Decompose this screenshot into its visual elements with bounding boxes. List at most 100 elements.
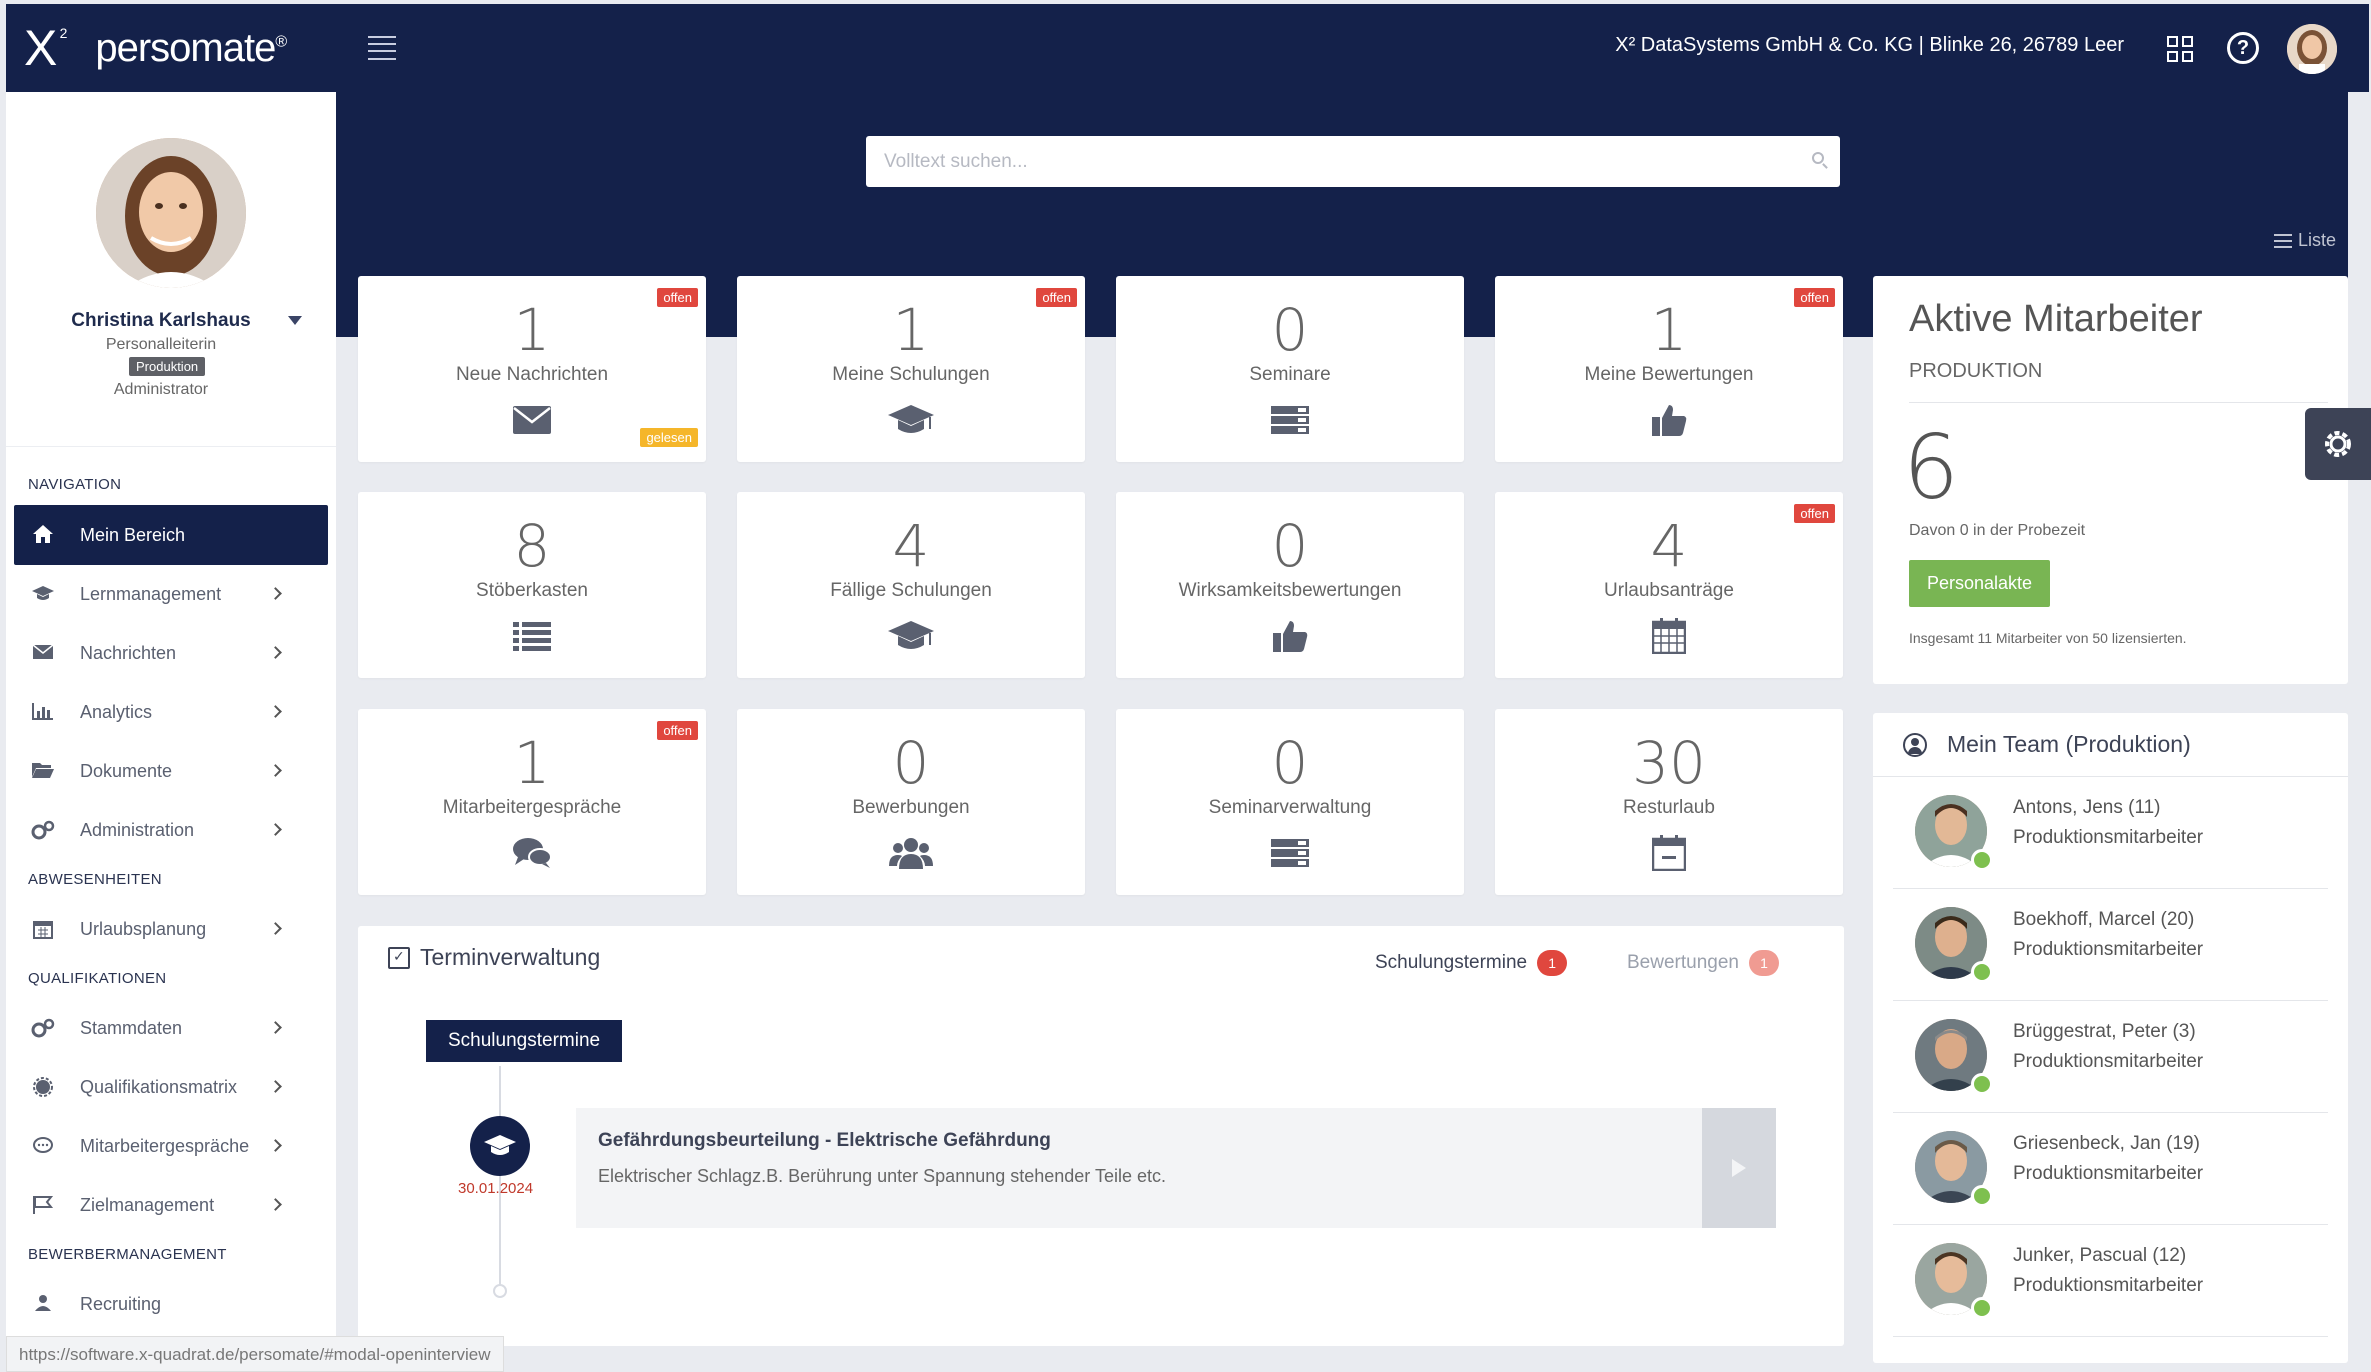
tile-meine-bewertungen[interactable]: offen 1 Meine Bewertungen — [1495, 276, 1843, 462]
tile-label: Fällige Schulungen — [830, 580, 992, 601]
count-badge: 1 — [1748, 950, 1779, 976]
tile-bewerbungen[interactable]: 0 Bewerbungen — [737, 709, 1085, 895]
sidebar-item-administration[interactable]: Administration — [6, 801, 336, 860]
tile-label: Seminarverwaltung — [1208, 797, 1372, 818]
divider — [1909, 402, 2328, 403]
team-member[interactable]: Antons, Jens (11) Produktionsmitarbeiter — [1893, 777, 2328, 889]
user-avatar[interactable] — [2287, 24, 2337, 74]
card-title: Terminverwaltung — [388, 944, 600, 971]
sidebar-item-qualifikationsmatrix[interactable]: Qualifikationsmatrix — [6, 1058, 336, 1117]
thumbs-up-icon — [1116, 616, 1464, 656]
sidebar-item-lernmanagement[interactable]: Lernmanagement — [6, 565, 336, 624]
settings-gear-icon[interactable] — [2305, 408, 2371, 480]
search-box[interactable] — [866, 136, 1840, 187]
tile-urlaubsantraege[interactable]: offen 4 Urlaubsanträge — [1495, 492, 1843, 678]
sidebar-item-analytics[interactable]: Analytics — [6, 683, 336, 742]
active-staff-card: Aktive Mitarbeiter PRODUKTION 6 Davon 0 … — [1873, 276, 2348, 684]
graduation-cap-icon — [737, 400, 1085, 440]
tile-label: Urlaubsanträge — [1604, 580, 1734, 601]
tile-resturlaub[interactable]: 30 Resturlaub — [1495, 709, 1843, 895]
menu-icon[interactable] — [368, 36, 396, 60]
tile-stoeberkasten[interactable]: 8 Stöberkasten — [358, 492, 706, 678]
user-circle-icon — [1903, 732, 1927, 757]
tile-label: Mitarbeitergespräche — [442, 797, 622, 818]
tile-neue-nachrichten[interactable]: offen 1 Neue Nachrichten gelesen — [358, 276, 706, 462]
sidebar-item-mein-bereich[interactable]: Mein Bereich — [14, 505, 328, 565]
profile-photo — [96, 138, 246, 288]
calendar-check-icon — [388, 946, 410, 969]
event-item[interactable]: Gefährdungsbeurteilung - Elektrische Gef… — [576, 1108, 1776, 1228]
apps-grid-icon[interactable] — [2167, 36, 2193, 62]
chevron-right-icon — [269, 1139, 282, 1152]
tile-count: 0 — [892, 729, 930, 797]
tile-count: 0 — [1271, 512, 1309, 580]
app-logo[interactable]: X2 persomate® — [6, 4, 336, 92]
graduation-cap-icon — [737, 616, 1085, 656]
team-card: Mein Team (Produktion) Antons, Jens (11)… — [1873, 713, 2348, 1363]
sidebar-item-urlaubsplanung[interactable]: Urlaubsplanung — [6, 900, 336, 959]
gear-icon — [30, 1076, 56, 1099]
tile-label: Neue Nachrichten — [455, 364, 609, 385]
play-icon[interactable] — [1702, 1108, 1776, 1228]
tile-label: Bewerbungen — [852, 797, 970, 818]
sidebar-item-zielmanagement[interactable]: Zielmanagement — [6, 1176, 336, 1235]
tile-mitarbeitergespraeche[interactable]: offen 1 Mitarbeitergespräche — [358, 709, 706, 895]
folder-open-icon — [30, 761, 56, 783]
profile-name[interactable]: Christina Karlshaus — [6, 310, 336, 332]
team-member[interactable]: Junker, Pascual (12) Produktionsmitarbei… — [1893, 1225, 2328, 1337]
chevron-right-icon — [269, 764, 282, 777]
nav-section-bewerbermanagement: BEWERBERMANAGEMENT — [28, 1246, 227, 1263]
team-member[interactable]: Brüggestrat, Peter (3) Produktionsmitarb… — [1893, 1001, 2328, 1113]
calendar-minus-icon — [1495, 833, 1843, 873]
server-stack-icon — [1116, 833, 1464, 873]
envelope-icon — [30, 643, 56, 665]
flag-icon — [30, 1195, 56, 1217]
chevron-right-icon — [269, 1021, 282, 1034]
event-description: Elektrischer Schlagz.B. Berührung unter … — [598, 1166, 1167, 1186]
list-icon — [2274, 233, 2292, 248]
personalakte-button[interactable]: Personalakte — [1909, 560, 2051, 607]
chevron-down-icon[interactable] — [288, 316, 302, 325]
tile-meine-schulungen[interactable]: offen 1 Meine Schulungen — [737, 276, 1085, 462]
team-member[interactable]: Boekhoff, Marcel (20) Produktionsmitarbe… — [1893, 889, 2328, 1001]
tile-wirksamkeitsbewertungen[interactable]: 0 Wirksamkeitsbewertungen — [1116, 492, 1464, 678]
tile-label: Resturlaub — [1623, 797, 1715, 818]
help-icon[interactable]: ? — [2227, 32, 2259, 64]
chevron-right-icon — [269, 705, 282, 718]
list-view-toggle[interactable]: Liste — [2274, 230, 2336, 251]
tile-faellige-schulungen[interactable]: 4 Fällige Schulungen — [737, 492, 1085, 678]
sidebar-item-stammdaten[interactable]: Stammdaten — [6, 999, 336, 1058]
member-name[interactable]: Boekhoff, Marcel (20) — [2013, 909, 2194, 931]
member-role: Produktionsmitarbeiter — [2013, 1275, 2204, 1296]
list-icon — [358, 616, 706, 656]
calendar-grid-icon — [1495, 616, 1843, 656]
member-name[interactable]: Brüggestrat, Peter (3) — [2013, 1021, 2196, 1043]
tile-count: 30 — [1632, 729, 1706, 797]
member-role: Produktionsmitarbeiter — [2013, 939, 2204, 960]
graduation-cap-icon — [470, 1116, 530, 1176]
status-bar-url: https://software.x-quadrat.de/persomate/… — [6, 1336, 504, 1372]
tile-count: 1 — [513, 296, 551, 364]
sidebar-item-recruiting[interactable]: Recruiting — [6, 1275, 336, 1334]
search-input[interactable] — [884, 150, 1822, 173]
member-name[interactable]: Junker, Pascual (12) — [2013, 1245, 2186, 1267]
member-name[interactable]: Antons, Jens (11) — [2013, 797, 2161, 819]
tile-label: Stöberkasten — [476, 580, 588, 601]
chevron-right-icon — [269, 646, 282, 659]
status-badge: gelesen — [640, 428, 698, 447]
chat-bubbles-icon — [358, 833, 706, 873]
tab-bewertungen[interactable]: Bewertungen 1 — [1627, 950, 1779, 976]
sidebar-item-nachrichten[interactable]: Nachrichten — [6, 624, 336, 683]
team-member[interactable]: Griesenbeck, Jan (19) Produktionsmitarbe… — [1893, 1113, 2328, 1225]
member-name[interactable]: Griesenbeck, Jan (19) — [2013, 1133, 2200, 1155]
nav-section-navigation: NAVIGATION — [28, 476, 122, 493]
search-icon[interactable] — [1812, 152, 1824, 164]
tile-seminarverwaltung[interactable]: 0 Seminarverwaltung — [1116, 709, 1464, 895]
tab-schulungstermine[interactable]: Schulungstermine 1 — [1375, 950, 1568, 976]
tile-seminare[interactable]: 0 Seminare — [1116, 276, 1464, 462]
sidebar-item-dokumente[interactable]: Dokumente — [6, 742, 336, 801]
card-title: Aktive Mitarbeiter — [1909, 298, 2203, 340]
sidebar-item-mitarbeitergespraeche[interactable]: Mitarbeitergespräche — [6, 1117, 336, 1176]
timeline-end-dot — [493, 1284, 507, 1298]
tile-label: Meine Bewertungen — [1584, 364, 1754, 385]
